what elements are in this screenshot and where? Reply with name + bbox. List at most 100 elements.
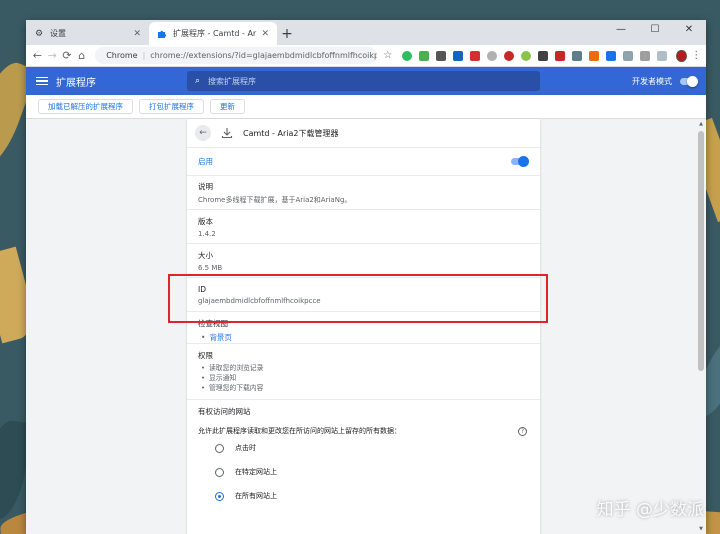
enabled-toggle[interactable] bbox=[511, 156, 529, 167]
search-placeholder: 搜索扩展程序 bbox=[208, 76, 257, 86]
download-icon bbox=[221, 128, 233, 139]
minimize-button[interactable]: — bbox=[604, 20, 638, 38]
radio-label: 在所有网站上 bbox=[235, 492, 277, 500]
new-tab-button[interactable]: + bbox=[277, 22, 297, 45]
tab-settings[interactable]: ⚙ 设置 ✕ bbox=[26, 22, 149, 45]
watermark: 知乎 @少数派 bbox=[596, 500, 704, 520]
site-option-on-click[interactable]: 点击时 bbox=[198, 436, 529, 460]
load-unpacked-button[interactable]: 加载已解压的扩展程序 bbox=[38, 99, 133, 114]
extension-icon[interactable] bbox=[554, 50, 565, 61]
forward-arrow-icon[interactable]: → bbox=[45, 47, 60, 65]
close-icon[interactable]: ✕ bbox=[261, 29, 269, 39]
tab-extensions[interactable]: 扩展程序 - Camtd - Aria2下载 ✕ bbox=[149, 22, 277, 45]
extension-icon[interactable] bbox=[469, 50, 480, 61]
description-label: 说明 bbox=[198, 181, 213, 191]
evernote-icon[interactable] bbox=[401, 50, 412, 61]
extension-icon[interactable] bbox=[622, 50, 633, 61]
browser-window: ⚙ 设置 ✕ 扩展程序 - Camtd - Aria2下载 ✕ + — ☐ ✕ … bbox=[26, 20, 706, 534]
radio-selected-icon bbox=[215, 491, 224, 501]
size-row: 大小 6.5 MB bbox=[187, 244, 540, 278]
scrollbar[interactable]: ▲ ▼ bbox=[696, 119, 706, 534]
list-item: 读取您的浏览记录 bbox=[198, 363, 529, 373]
bookmark-star-icon[interactable]: ☆ bbox=[381, 50, 394, 61]
version-row: 版本 1.4.2 bbox=[187, 210, 540, 244]
size-value: 6.5 MB bbox=[198, 263, 223, 272]
extension-icon[interactable] bbox=[537, 50, 548, 61]
background-page-link[interactable]: 背景页 bbox=[198, 332, 529, 343]
hamburger-menu-icon[interactable] bbox=[36, 75, 48, 88]
browser-toolbar: ← → ⟳ ⌂ Chrome | chrome://extensions/?id… bbox=[26, 45, 706, 67]
gear-icon: ⚙ bbox=[34, 28, 44, 39]
site-access-text: 允许此扩展程序读取和更改您在所访问的网站上留存的所有数据： bbox=[198, 427, 401, 435]
address-bar[interactable]: Chrome | chrome://extensions/?id=glajaem… bbox=[95, 47, 378, 64]
developer-mode: 开发者模式 bbox=[632, 67, 698, 95]
permissions-label: 权限 bbox=[198, 351, 213, 360]
close-icon[interactable]: ✕ bbox=[133, 29, 141, 39]
maximize-button[interactable]: ☐ bbox=[638, 20, 672, 38]
developer-actions: 加载已解压的扩展程序 打包扩展程序 更新 bbox=[26, 95, 706, 119]
developer-mode-label: 开发者模式 bbox=[632, 76, 672, 86]
enabled-row: 启用 bbox=[187, 148, 540, 176]
translate-icon[interactable] bbox=[605, 50, 616, 61]
scroll-down-icon[interactable]: ▼ bbox=[696, 524, 706, 534]
help-icon[interactable]: ? bbox=[518, 426, 527, 436]
puzzle-icon bbox=[157, 29, 167, 39]
permissions-row: 权限 读取您的浏览记录 显示通知 管理您的下载内容 bbox=[187, 344, 540, 400]
developer-mode-toggle[interactable] bbox=[680, 75, 698, 87]
scroll-up-icon[interactable]: ▲ bbox=[696, 119, 706, 129]
tab-strip: ⚙ 设置 ✕ 扩展程序 - Camtd - Aria2下载 ✕ + — ☐ ✕ bbox=[26, 20, 706, 45]
site-option-specific-sites[interactable]: 在特定网站上 bbox=[198, 460, 529, 484]
menu-dots-icon[interactable]: ⋮ bbox=[691, 50, 703, 61]
detail-header: ← Camtd - Aria2下载管理器 bbox=[187, 119, 540, 148]
radio-label: 在特定网站上 bbox=[235, 468, 277, 476]
site-label: Chrome bbox=[106, 51, 138, 60]
site-access-description: 允许此扩展程序读取和更改您在所访问的网站上留存的所有数据： ? bbox=[198, 426, 529, 436]
description-row: 说明 Chrome多线程下载扩展，基于Aria2和AriaNg。 bbox=[187, 176, 540, 210]
search-icon: ⌕ bbox=[195, 76, 201, 86]
extension-icon[interactable] bbox=[520, 50, 531, 61]
extension-icon[interactable] bbox=[656, 50, 667, 61]
extension-icon[interactable] bbox=[571, 50, 582, 61]
search-input[interactable]: ⌕ 搜索扩展程序 bbox=[187, 71, 540, 91]
reload-icon[interactable]: ⟳ bbox=[60, 47, 75, 65]
permissions-list: 读取您的浏览记录 显示通知 管理您的下载内容 bbox=[198, 363, 529, 393]
avatar[interactable] bbox=[676, 49, 687, 62]
close-window-button[interactable]: ✕ bbox=[672, 20, 706, 38]
pack-extension-button[interactable]: 打包扩展程序 bbox=[139, 99, 204, 114]
tab-label: 设置 bbox=[50, 29, 66, 38]
extension-icon[interactable] bbox=[486, 50, 497, 61]
version-value: 1.4.2 bbox=[198, 229, 216, 238]
extension-icon[interactable] bbox=[418, 50, 429, 61]
tab-label: 扩展程序 - Camtd - Aria2下载 bbox=[173, 29, 258, 38]
back-arrow-icon[interactable]: ← bbox=[195, 125, 211, 141]
id-highlight-box bbox=[168, 274, 548, 323]
extension-icon[interactable] bbox=[503, 50, 514, 61]
site-option-all-sites[interactable]: 在所有网站上 bbox=[198, 484, 529, 508]
list-item: 显示通知 bbox=[198, 373, 529, 383]
extension-icon[interactable] bbox=[588, 50, 599, 61]
extension-icon[interactable] bbox=[435, 50, 446, 61]
site-access-section: 有权访问的网站 允许此扩展程序读取和更改您在所访问的网站上留存的所有数据： ? … bbox=[187, 400, 540, 508]
description-value: Chrome多线程下载扩展，基于Aria2和AriaNg。 bbox=[198, 195, 352, 204]
scrollbar-thumb[interactable] bbox=[698, 131, 704, 371]
home-icon[interactable]: ⌂ bbox=[74, 47, 89, 65]
radio-icon bbox=[215, 443, 224, 453]
url-text: chrome://extensions/?id=glajaembdmidlcbf… bbox=[150, 51, 378, 60]
download-icon[interactable] bbox=[639, 50, 650, 61]
list-item: 管理您的下载内容 bbox=[198, 383, 529, 393]
version-label: 版本 bbox=[198, 216, 213, 226]
extensions-header: 扩展程序 ⌕ 搜索扩展程序 开发者模式 bbox=[26, 67, 706, 95]
site-access-label: 有权访问的网站 bbox=[198, 407, 251, 416]
radio-icon bbox=[215, 467, 224, 477]
window-controls: — ☐ ✕ bbox=[604, 20, 706, 38]
enabled-label: 启用 bbox=[198, 157, 213, 166]
extension-icon[interactable] bbox=[452, 50, 463, 61]
page-title: 扩展程序 bbox=[56, 77, 96, 89]
size-label: 大小 bbox=[198, 250, 213, 260]
separator: | bbox=[142, 51, 146, 60]
extension-icons bbox=[398, 50, 670, 61]
back-arrow-icon[interactable]: ← bbox=[30, 47, 45, 65]
main-content: ← Camtd - Aria2下载管理器 启用 说明 Chrome多线程下载扩展… bbox=[26, 119, 706, 534]
extension-name: Camtd - Aria2下载管理器 bbox=[243, 128, 339, 138]
update-button[interactable]: 更新 bbox=[210, 99, 245, 114]
